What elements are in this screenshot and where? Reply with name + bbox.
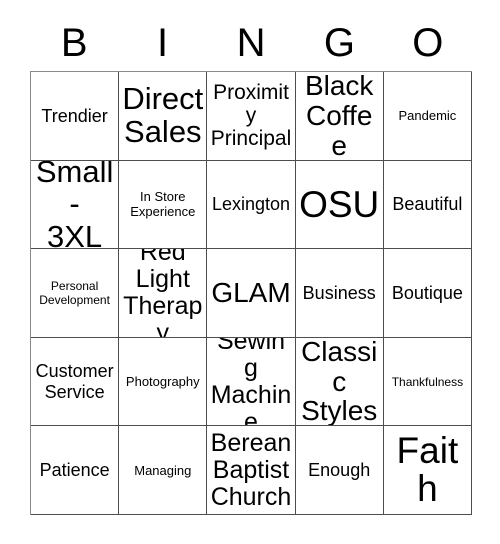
bingo-cell-label: Enough — [308, 460, 371, 481]
bingo-cell-label: Small- 3XL — [35, 160, 114, 250]
bingo-cell-label: Beautiful — [392, 194, 463, 215]
header-letter-o: O — [412, 20, 444, 65]
bingo-cell-o5[interactable]: Faith — [383, 426, 472, 515]
bingo-cell-g4[interactable]: Classic Styles — [295, 337, 384, 427]
bingo-cell-label: Photography — [125, 373, 200, 389]
bingo-cell-g2[interactable]: OSU — [295, 160, 384, 250]
bingo-cell-label: Managing — [134, 462, 192, 478]
bingo-cell-i3[interactable]: Red Light Therapy — [119, 249, 208, 338]
bingo-cell-i2[interactable]: In Store Experience — [119, 160, 208, 250]
bingo-cell-o3[interactable]: Boutique — [383, 249, 472, 338]
bingo-cell-g5[interactable]: Enough — [295, 426, 384, 515]
bingo-cell-label: Red Light Therapy — [123, 249, 203, 338]
bingo-cell-label: Direct Sales — [122, 81, 204, 149]
bingo-cell-label: Faith — [396, 430, 459, 510]
bingo-cell-n1[interactable]: Proximity Principal — [207, 72, 296, 161]
bingo-cell-o4[interactable]: Thankfulness — [383, 337, 472, 427]
bingo-cell-label: OSU — [299, 183, 380, 225]
bingo-cell-label: Lexington — [211, 194, 291, 215]
bingo-card: B I N G O Trendier Direct Sales Proximity … — [0, 0, 500, 544]
bingo-cell-label: Black Coffee — [304, 72, 374, 161]
bingo-cell-b3[interactable]: Personal Development — [31, 249, 120, 338]
bingo-cell-n2[interactable]: Lexington — [207, 160, 296, 250]
bingo-cell-o2[interactable]: Beautiful — [383, 160, 472, 250]
bingo-cell-label: Berean Baptist Church — [210, 428, 292, 511]
bingo-cell-label: Patience — [39, 460, 110, 481]
header-letter-n: N — [236, 20, 266, 65]
bingo-cell-g1[interactable]: Black Coffee — [295, 72, 384, 161]
bingo-cell-label: Personal Development — [39, 278, 110, 307]
header-letter-b: B — [60, 20, 88, 65]
bingo-cell-label: Classic Styles — [301, 337, 378, 427]
bingo-cell-b2[interactable]: Small- 3XL — [31, 160, 120, 250]
bingo-cell-label: Customer Service — [35, 361, 114, 402]
bingo-cell-b5[interactable]: Patience — [31, 426, 120, 515]
bingo-cell-label: GLAM — [211, 277, 291, 309]
bingo-cell-i4[interactable]: Photography — [119, 337, 208, 427]
bingo-cell-label: Business — [302, 282, 376, 303]
bingo-cell-label: Trendier — [41, 105, 108, 126]
bingo-cell-n4[interactable]: Sewing Machine — [207, 337, 296, 427]
bingo-cell-label: In Store Experience — [130, 189, 196, 220]
header-letter-g: G — [323, 20, 355, 65]
bingo-cell-label: Thankfulness — [391, 374, 464, 389]
bingo-cell-label: Sewing Machine — [210, 337, 292, 427]
bingo-cell-label: Pandemic — [398, 108, 457, 124]
bingo-header: B I N G O — [30, 14, 472, 71]
bingo-cell-o1[interactable]: Pandemic — [383, 72, 472, 161]
bingo-cell-label: Proximity Principal — [210, 81, 292, 151]
bingo-cell-b1[interactable]: Trendier — [31, 72, 120, 161]
bingo-cell-b4[interactable]: Customer Service — [31, 337, 120, 427]
bingo-grid: Trendier Direct Sales Proximity Principal B… — [30, 71, 472, 515]
bingo-cell-n3[interactable]: GLAM — [207, 249, 296, 338]
bingo-cell-i5[interactable]: Managing — [119, 426, 208, 515]
header-letter-i: I — [157, 20, 169, 65]
bingo-cell-i1[interactable]: Direct Sales — [119, 72, 208, 161]
bingo-cell-n5[interactable]: Berean Baptist Church — [207, 426, 296, 515]
bingo-cell-g3[interactable]: Business — [295, 249, 384, 338]
bingo-cell-label: Boutique — [391, 282, 463, 303]
